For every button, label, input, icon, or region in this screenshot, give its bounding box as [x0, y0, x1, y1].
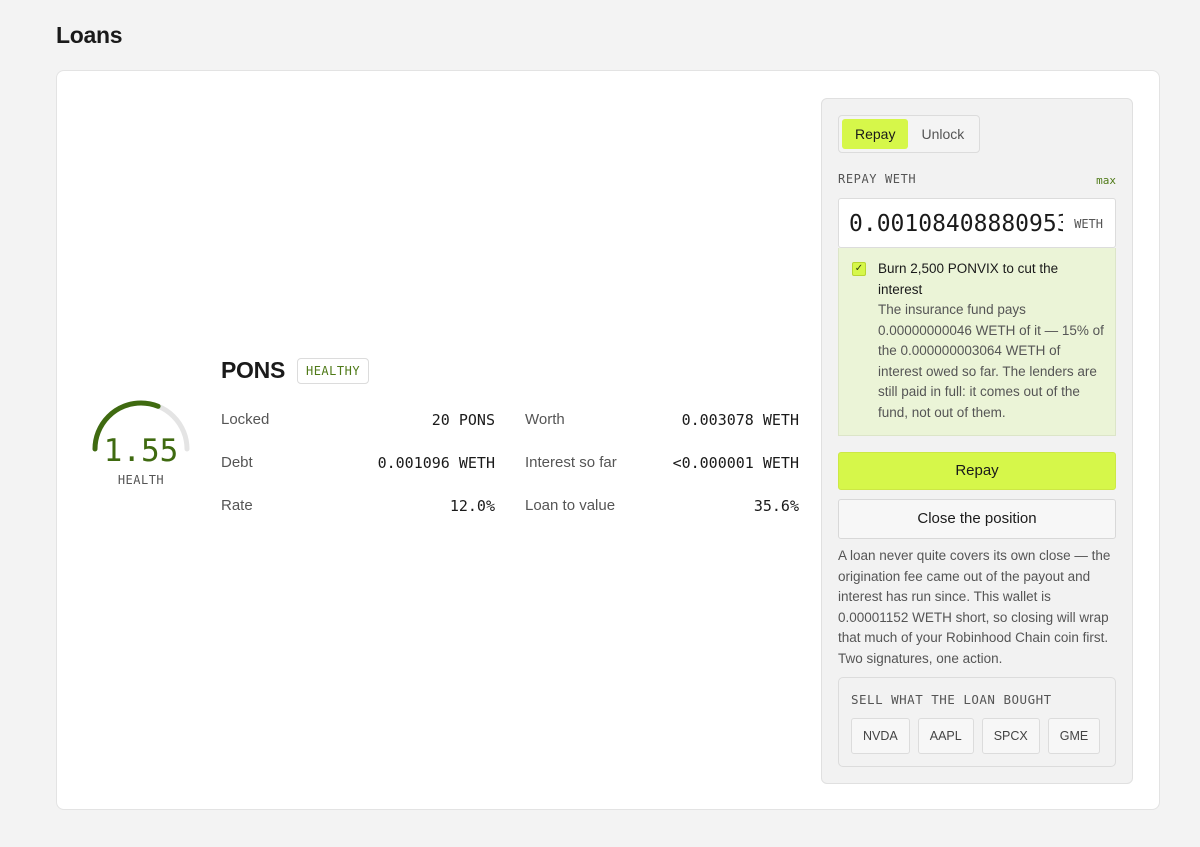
health-label: HEALTH — [117, 473, 165, 487]
asset-name: PONS — [221, 357, 285, 383]
tab-unlock[interactable]: Unlock — [908, 119, 977, 149]
sell-title: SELL WHAT THE LOAN BOUGHT — [851, 692, 1052, 707]
burn-option: ✓ Burn 2,500 PONVIX to cut the interest … — [838, 248, 1116, 436]
stat-value-worth: 0.003078 WETH — [681, 411, 799, 429]
stat-value-ltv: 35.6% — [753, 497, 799, 515]
page-title: Loans — [56, 22, 123, 48]
ticker-spcx[interactable]: SPCX — [981, 718, 1040, 754]
burn-title: Burn 2,500 PONVIX to cut the interest — [878, 261, 1059, 297]
close-note: A loan never quite covers its own close … — [838, 548, 1111, 666]
health-gauge: 1.55 HEALTH — [91, 397, 191, 493]
repay-amount-field: WETH — [838, 198, 1116, 248]
health-value: 1.55 — [103, 433, 179, 469]
ticker-nvda[interactable]: NVDA — [851, 718, 910, 754]
status-badge: HEALTHY — [296, 357, 370, 384]
stat-label-debt: Debt — [221, 454, 253, 471]
repay-field-label: REPAY WETH — [838, 172, 917, 186]
max-button[interactable]: max — [1096, 174, 1116, 187]
tab-repay[interactable]: Repay — [842, 119, 909, 149]
stat-value-debt: 0.001096 WETH — [377, 454, 495, 472]
amount-unit: WETH — [1074, 217, 1103, 231]
ticker-aapl[interactable]: AAPL — [917, 718, 974, 754]
burn-description: The insurance fund pays 0.00000000046 WE… — [878, 302, 1104, 420]
loan-card: 1.55 HEALTH PONS HEALTHY Locked 20 PONS … — [56, 70, 1160, 810]
ticker-gme[interactable]: GME — [1047, 718, 1101, 754]
stat-label-rate: Rate — [221, 497, 253, 514]
stat-label-interest: Interest so far — [525, 454, 617, 471]
stat-label-ltv: Loan to value — [525, 497, 616, 514]
action-panel: Repay Unlock REPAY WETH max WETH ✓ Burn … — [821, 98, 1133, 784]
asset-header: PONS HEALTHY — [221, 357, 370, 384]
close-position-button[interactable]: Close the position — [838, 499, 1116, 539]
repay-button[interactable]: Repay — [838, 452, 1116, 490]
repay-amount-input[interactable] — [849, 208, 1063, 240]
stat-value-locked: 20 PONS — [431, 411, 495, 429]
stat-value-rate: 12.0% — [449, 497, 495, 515]
mode-tabs: Repay Unlock — [838, 115, 980, 153]
stat-label-worth: Worth — [525, 411, 565, 428]
burn-checkbox[interactable]: ✓ — [852, 262, 866, 276]
stat-label-locked: Locked — [221, 411, 270, 428]
stat-value-interest: <0.000001 WETH — [672, 454, 799, 472]
ticker-list: NVDA AAPL SPCX GME — [851, 718, 1108, 754]
sell-section: SELL WHAT THE LOAN BOUGHT NVDA AAPL SPCX… — [838, 677, 1116, 767]
